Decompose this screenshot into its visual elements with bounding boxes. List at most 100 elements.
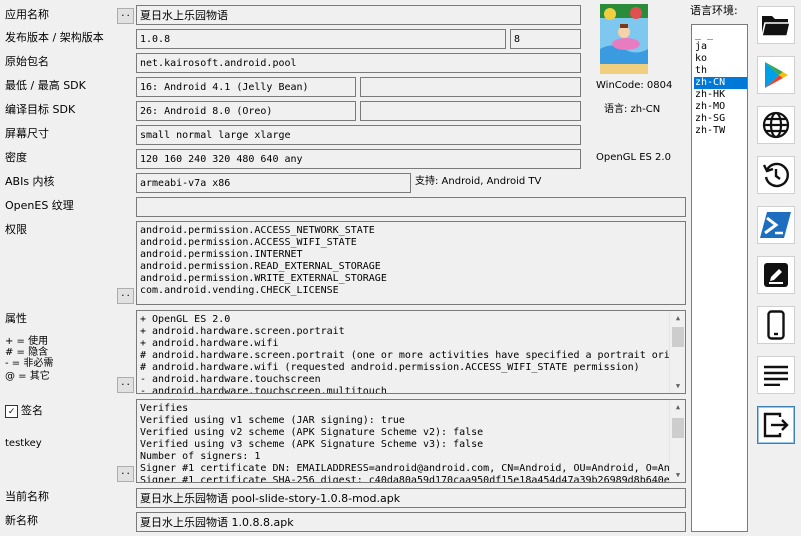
scroll-up-icon[interactable]: ▲ <box>670 311 685 325</box>
permission-item: android.permission.ACCESS_WIFI_STATE <box>140 237 357 248</box>
edit-button[interactable] <box>757 256 795 294</box>
powershell-button[interactable] <box>757 206 795 244</box>
package-label: 原始包名 <box>5 55 49 68</box>
signature-line: Verified using v1 scheme (JAR signing): … <box>140 415 405 426</box>
scrollbar-thumb[interactable] <box>672 418 684 438</box>
details-button[interactable] <box>757 356 795 394</box>
feature-item: + android.hardware.screen.portrait <box>140 326 345 337</box>
open-folder-button[interactable] <box>757 6 795 44</box>
permission-item: android.permission.INTERNET <box>140 249 303 260</box>
opengl-text: OpenGL ES 2.0 <box>596 152 671 163</box>
locale-item[interactable]: zh-SG <box>694 113 747 125</box>
density-field[interactable]: 120 160 240 320 480 640 any <box>136 149 581 169</box>
feature-item: # android.hardware.wifi (requested andro… <box>140 362 640 373</box>
app-icon <box>600 4 648 74</box>
edit-icon <box>764 263 788 287</box>
feature-item: - android.hardware.touchscreen.multitouc… <box>140 386 387 394</box>
feature-item: - android.hardware.touchscreen <box>140 374 321 385</box>
app-name-label: 应用名称 <box>5 8 49 21</box>
permission-item: android.permission.ACCESS_NETWORK_STATE <box>140 225 375 236</box>
feature-item: + android.hardware.wifi <box>140 338 279 349</box>
features-scrollbar[interactable]: ▲ ▼ <box>669 311 685 393</box>
new-name-label: 新名称 <box>5 514 38 527</box>
signature-line: Signer #1 certificate SHA-256 digest: c4… <box>140 475 670 483</box>
phone-icon <box>767 310 785 340</box>
max-sdk-field[interactable] <box>360 77 581 97</box>
folder-icon <box>761 16 791 37</box>
locale-item[interactable]: zh-TW <box>694 125 747 137</box>
locale-list[interactable]: _ _ ja ko th zh-CN zh-HK zh-MO zh-SG zh-… <box>691 24 748 532</box>
signature-scrollbar[interactable]: ▲ ▼ <box>669 400 685 482</box>
new-name-field[interactable]: 夏日水上乐园物语 1.0.8.8.apk <box>136 512 686 532</box>
version-name-field[interactable]: 1.0.8 <box>136 29 506 49</box>
signature-line: Verified using v2 scheme (APK Signature … <box>140 427 484 438</box>
signature-line: Verified using v3 scheme (APK Signature … <box>140 439 484 450</box>
target-sdk-label: 编译目标 SDK <box>5 103 76 116</box>
signature-label: 签名 <box>21 404 43 417</box>
export-icon <box>763 412 789 438</box>
version-code-field[interactable]: 8 <box>510 29 581 49</box>
screen-size-label: 屏幕尺寸 <box>5 127 49 140</box>
sdk-min-max-label: 最低 / 最高 SDK <box>5 79 86 92</box>
permission-item: com.android.vending.CHECK_LICENSE <box>140 285 339 296</box>
device-button[interactable] <box>757 306 795 344</box>
current-name-label: 当前名称 <box>5 490 49 503</box>
feature-item: # android.hardware.screen.portrait (one … <box>140 350 670 361</box>
locale-item[interactable]: ko <box>694 53 747 65</box>
globe-icon <box>762 111 790 139</box>
key-name-text: testkey <box>5 438 42 449</box>
locale-item[interactable]: ja <box>694 41 747 53</box>
current-name-field[interactable]: 夏日水上乐园物语 pool-slide-story-1.0.8-mod.apk <box>136 488 686 508</box>
opengl-texture-label: OpenES 纹理 <box>5 199 74 212</box>
web-button[interactable] <box>757 106 795 144</box>
app-name-field[interactable]: 夏日水上乐园物语 <box>136 5 581 25</box>
permissions-more-button[interactable]: .. <box>117 288 134 304</box>
scroll-down-icon[interactable]: ▼ <box>670 379 685 393</box>
google-play-icon <box>765 62 788 88</box>
version-label: 发布版本 / 架构版本 <box>5 31 104 44</box>
abis-field[interactable]: armeabi-v7a x86 <box>136 173 411 193</box>
legend-other: @ = 其它 <box>5 371 50 382</box>
scrollbar-thumb[interactable] <box>672 327 684 347</box>
opengl-texture-field[interactable] <box>136 197 686 217</box>
export-button[interactable] <box>757 406 795 444</box>
signature-info[interactable]: Verifies Verified using v1 scheme (JAR s… <box>136 399 686 483</box>
language-text: 语言: zh-CN <box>604 104 661 115</box>
signature-line: Verifies <box>140 403 189 414</box>
signature-line: Number of signers: 1 <box>140 451 261 462</box>
scroll-up-icon[interactable]: ▲ <box>670 400 685 414</box>
legend-implied: # = 隐含 <box>5 347 49 358</box>
history-button[interactable] <box>757 156 795 194</box>
signature-checkbox[interactable]: ✓ <box>5 405 18 418</box>
legend-not-required: - = 非必需 <box>5 358 54 369</box>
features-more-button[interactable]: .. <box>117 377 134 393</box>
locale-item[interactable]: zh-HK <box>694 89 747 101</box>
history-icon <box>762 162 790 188</box>
support-text: 支持: Android, Android TV <box>415 176 542 187</box>
list-icon <box>764 365 788 386</box>
scroll-down-icon[interactable]: ▼ <box>670 468 685 482</box>
target-sdk-extra-field[interactable] <box>360 101 581 121</box>
locale-item[interactable]: zh-MO <box>694 101 747 113</box>
locale-item-selected[interactable]: zh-CN <box>694 77 747 89</box>
target-sdk-field[interactable]: 26: Android 8.0 (Oreo) <box>136 101 356 121</box>
locale-item[interactable]: th <box>694 65 747 77</box>
locale-item[interactable]: _ _ <box>694 29 747 41</box>
features-label: 属性 <box>5 312 27 325</box>
locale-env-label: 语言环境: <box>690 4 738 17</box>
permission-item: android.permission.WRITE_EXTERNAL_STORAG… <box>140 273 387 284</box>
google-play-button[interactable] <box>757 56 795 94</box>
permissions-list[interactable]: android.permission.ACCESS_NETWORK_STATE … <box>136 221 686 305</box>
features-list[interactable]: + OpenGL ES 2.0 + android.hardware.scree… <box>136 310 686 394</box>
wincode-text: WinCode: 0804 <box>596 80 673 91</box>
terminal-icon <box>760 212 791 238</box>
app-name-edit-button[interactable]: .. <box>117 8 134 24</box>
signature-more-button[interactable]: .. <box>117 466 134 482</box>
abis-label: ABIs 内核 <box>5 175 55 188</box>
screen-size-field[interactable]: small normal large xlarge <box>136 125 581 145</box>
legend-used: + = 使用 <box>5 336 49 347</box>
permission-item: android.permission.READ_EXTERNAL_STORAGE <box>140 261 381 272</box>
package-field[interactable]: net.kairosoft.android.pool <box>136 53 581 73</box>
min-sdk-field[interactable]: 16: Android 4.1 (Jelly Bean) <box>136 77 356 97</box>
permissions-label: 权限 <box>5 223 27 236</box>
